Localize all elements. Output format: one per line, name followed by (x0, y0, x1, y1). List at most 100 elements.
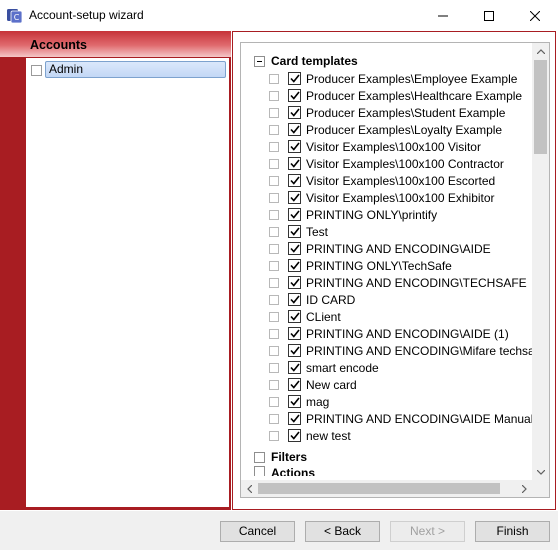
template-row[interactable]: PRINTING AND ENCODING\AIDE Manual (269, 410, 535, 427)
back-button[interactable]: < Back (305, 521, 380, 542)
tree-node-box[interactable] (269, 362, 279, 373)
collapse-icon[interactable] (254, 55, 265, 67)
tree-node-box[interactable] (269, 158, 279, 169)
close-button[interactable] (512, 0, 558, 31)
template-label: Visitor Examples\100x100 Visitor (306, 139, 481, 154)
checkmark-icon (289, 363, 300, 372)
tree-node-box[interactable] (269, 124, 279, 135)
checkmark-icon (289, 108, 300, 117)
tree-node-box[interactable] (269, 192, 279, 203)
template-label: new test (306, 428, 351, 443)
template-checkbox[interactable] (288, 310, 301, 323)
tree-node-box[interactable] (269, 73, 279, 84)
template-label: PRINTING ONLY\TechSafe (306, 258, 452, 273)
finish-button[interactable]: Finish (475, 521, 550, 542)
template-row[interactable]: PRINTING ONLY\printify (269, 206, 535, 223)
template-checkbox[interactable] (288, 174, 301, 187)
tree-node-box[interactable] (269, 311, 279, 322)
cancel-button[interactable]: Cancel (220, 521, 295, 542)
tree-node-box[interactable] (269, 345, 279, 356)
template-checkbox[interactable] (288, 106, 301, 119)
template-checkbox[interactable] (288, 429, 301, 442)
checkmark-icon (289, 193, 300, 202)
template-checkbox[interactable] (288, 361, 301, 374)
template-checkbox[interactable] (288, 344, 301, 357)
template-row[interactable]: new test (269, 427, 535, 444)
template-checkbox[interactable] (288, 225, 301, 238)
scroll-right-icon[interactable] (516, 480, 533, 497)
expand-icon[interactable] (254, 451, 265, 463)
template-checkbox[interactable] (288, 191, 301, 204)
template-row[interactable]: Visitor Examples\100x100 Visitor (269, 138, 535, 155)
tree-node-box[interactable] (269, 243, 279, 254)
template-row[interactable]: PRINTING AND ENCODING\TECHSAFE (269, 274, 535, 291)
checkmark-icon (289, 227, 300, 236)
template-checkbox[interactable] (288, 276, 301, 289)
template-row[interactable]: PRINTING AND ENCODING\Mifare techsa (269, 342, 535, 359)
tree-node-box[interactable] (269, 226, 279, 237)
template-checkbox[interactable] (288, 293, 301, 306)
accounts-list[interactable]: Admin (25, 57, 230, 508)
vertical-scroll-thumb[interactable] (534, 60, 547, 154)
tree-node-box[interactable] (269, 277, 279, 288)
template-row[interactable]: smart encode (269, 359, 535, 376)
template-row[interactable]: ID CARD (269, 291, 535, 308)
template-row[interactable]: New card (269, 376, 535, 393)
template-row[interactable]: Producer Examples\Loyalty Example (269, 121, 535, 138)
card-template-tree[interactable]: Card templates Producer Examples\Employe… (240, 42, 550, 498)
maximize-button[interactable] (466, 0, 512, 31)
card-templates-node[interactable]: Card templates (254, 54, 358, 68)
tree-node-box[interactable] (269, 379, 279, 390)
template-row[interactable]: Visitor Examples\100x100 Exhibitor (269, 189, 535, 206)
template-row[interactable]: Producer Examples\Employee Example (269, 70, 535, 87)
template-row[interactable]: Visitor Examples\100x100 Contractor (269, 155, 535, 172)
scroll-up-icon[interactable] (532, 43, 549, 60)
tree-node-box[interactable] (269, 328, 279, 339)
filters-node[interactable]: Filters (254, 450, 307, 464)
template-row[interactable]: Producer Examples\Healthcare Example (269, 87, 535, 104)
expand-icon[interactable] (254, 466, 265, 476)
tree-node-box[interactable] (269, 396, 279, 407)
template-checkbox[interactable] (288, 157, 301, 170)
scroll-down-icon[interactable] (532, 464, 549, 481)
tree-node-box[interactable] (269, 90, 279, 101)
vertical-scrollbar[interactable] (532, 43, 549, 481)
minimize-button[interactable] (420, 0, 466, 31)
template-checkbox[interactable] (288, 89, 301, 102)
template-row[interactable]: PRINTING ONLY\TechSafe (269, 257, 535, 274)
template-row[interactable]: PRINTING AND ENCODING\AIDE (1) (269, 325, 535, 342)
account-checkbox[interactable] (31, 65, 42, 76)
tree-node-box[interactable] (269, 413, 279, 424)
template-checkbox[interactable] (288, 208, 301, 221)
template-checkbox[interactable] (288, 327, 301, 340)
template-checkbox[interactable] (288, 140, 301, 153)
template-checkbox[interactable] (288, 412, 301, 425)
template-row[interactable]: Test (269, 223, 535, 240)
next-button[interactable]: Next > (390, 521, 465, 542)
template-row[interactable]: PRINTING AND ENCODING\AIDE (269, 240, 535, 257)
tree-node-box[interactable] (269, 294, 279, 305)
account-item-admin[interactable]: Admin (45, 61, 226, 78)
template-checkbox[interactable] (288, 395, 301, 408)
template-row[interactable]: Visitor Examples\100x100 Escorted (269, 172, 535, 189)
tree-node-box[interactable] (269, 260, 279, 271)
actions-node[interactable]: Actions (254, 466, 315, 476)
tree-node-box[interactable] (269, 107, 279, 118)
horizontal-scrollbar[interactable] (241, 480, 533, 497)
horizontal-scroll-thumb[interactable] (258, 483, 500, 494)
scroll-left-icon[interactable] (241, 480, 258, 497)
tree-node-box[interactable] (269, 430, 279, 441)
template-checkbox[interactable] (288, 259, 301, 272)
template-row[interactable]: mag (269, 393, 535, 410)
template-checkbox[interactable] (288, 72, 301, 85)
template-row[interactable]: Producer Examples\Student Example (269, 104, 535, 121)
tree-node-box[interactable] (269, 175, 279, 186)
template-row[interactable]: CLient (269, 308, 535, 325)
template-checkbox[interactable] (288, 242, 301, 255)
tree-node-box[interactable] (269, 209, 279, 220)
template-checkbox[interactable] (288, 378, 301, 391)
checkmark-icon (289, 176, 300, 185)
template-checkbox[interactable] (288, 123, 301, 136)
tree-node-box[interactable] (269, 141, 279, 152)
template-label: PRINTING ONLY\printify (306, 207, 438, 222)
